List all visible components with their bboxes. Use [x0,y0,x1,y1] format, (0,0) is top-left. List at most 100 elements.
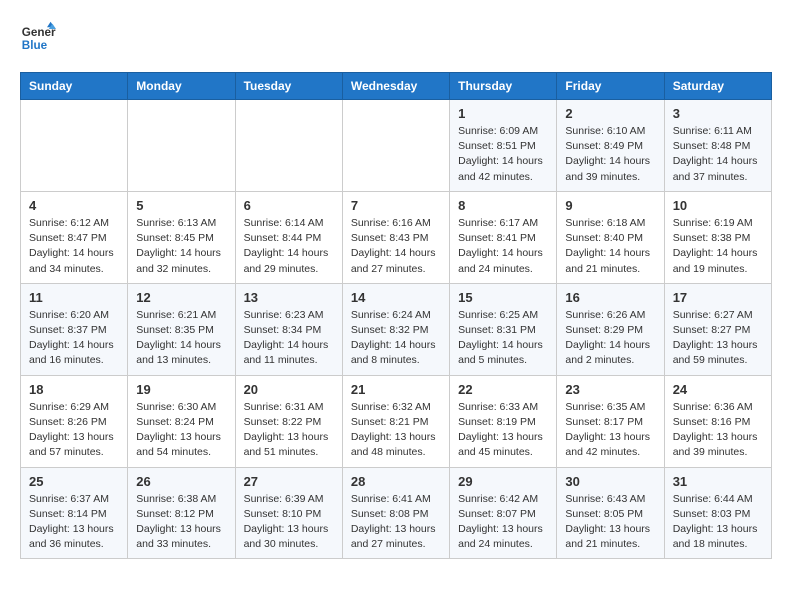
day-cell: 11 Sunrise: 6:20 AMSunset: 8:37 PMDayligh… [21,283,128,375]
day-cell: 7Sunrise: 6:16 AMSunset: 8:43 PMDaylight… [342,191,449,283]
day-number: 18 [29,382,119,397]
day-info: Sunrise: 6:18 AMSunset: 8:40 PMDaylight:… [565,216,655,277]
page-header: General Blue [20,20,772,56]
day-cell: 3 Sunrise: 6:11 AMSunset: 8:48 PMDaylight… [664,100,771,192]
day-info: Sunrise: 6:42 AMSunset: 8:07 PMDaylight:… [458,492,548,553]
day-info: Sunrise: 6:25 AMSunset: 8:31 PMDaylight:… [458,308,548,369]
day-cell: 1 Sunrise: 6:09 AMSunset: 8:51 PMDaylight… [450,100,557,192]
day-info: Sunrise: 6:36 AMSunset: 8:16 PMDaylight:… [673,400,763,461]
day-info: Sunrise: 6:37 AMSunset: 8:14 PMDaylight:… [29,492,119,553]
day-cell: 15 Sunrise: 6:25 AMSunset: 8:31 PMDayligh… [450,283,557,375]
day-number: 7 [351,198,441,213]
day-info: Sunrise: 6:19 AMSunset: 8:38 PMDaylight:… [673,216,763,277]
logo: General Blue [20,20,56,56]
day-info: Sunrise: 6:12 AMSunset: 8:47 PMDaylight:… [29,216,119,277]
day-info: Sunrise: 6:24 AMSunset: 8:32 PMDaylight:… [351,308,441,369]
day-cell: 28 Sunrise: 6:41 AMSunset: 8:08 PMDayligh… [342,467,449,559]
day-number: 8 [458,198,548,213]
day-cell: 22 Sunrise: 6:33 AMSunset: 8:19 PMDayligh… [450,375,557,467]
day-number: 9 [565,198,655,213]
day-cell: 13 Sunrise: 6:23 AMSunset: 8:34 PMDayligh… [235,283,342,375]
day-cell: 8 Sunrise: 6:17 AMSunset: 8:41 PMDaylight… [450,191,557,283]
day-info: Sunrise: 6:21 AMSunset: 8:35 PMDaylight:… [136,308,226,369]
day-number: 11 [29,290,119,305]
day-number: 12 [136,290,226,305]
day-number: 21 [351,382,441,397]
day-info: Sunrise: 6:10 AMSunset: 8:49 PMDaylight:… [565,124,655,185]
day-number: 15 [458,290,548,305]
calendar-table: SundayMondayTuesdayWednesdayThursdayFrid… [20,72,772,559]
day-number: 28 [351,474,441,489]
day-info: Sunrise: 6:27 AMSunset: 8:27 PMDaylight:… [673,308,763,369]
day-number: 19 [136,382,226,397]
day-cell: 16Sunrise: 6:26 AMSunset: 8:29 PMDayligh… [557,283,664,375]
day-number: 23 [565,382,655,397]
day-info: Sunrise: 6:11 AMSunset: 8:48 PMDaylight:… [673,124,763,185]
day-cell: 30Sunrise: 6:43 AMSunset: 8:05 PMDayligh… [557,467,664,559]
day-cell: 2 Sunrise: 6:10 AMSunset: 8:49 PMDaylight… [557,100,664,192]
day-info: Sunrise: 6:38 AMSunset: 8:12 PMDaylight:… [136,492,226,553]
week-row-5: 25 Sunrise: 6:37 AMSunset: 8:14 PMDayligh… [21,467,772,559]
day-info: Sunrise: 6:29 AMSunset: 8:26 PMDaylight:… [29,400,119,461]
day-info: Sunrise: 6:31 AMSunset: 8:22 PMDaylight:… [244,400,334,461]
day-cell: 17Sunrise: 6:27 AMSunset: 8:27 PMDayligh… [664,283,771,375]
day-number: 22 [458,382,548,397]
day-info: Sunrise: 6:14 AMSunset: 8:44 PMDaylight:… [244,216,334,277]
day-info: Sunrise: 6:41 AMSunset: 8:08 PMDaylight:… [351,492,441,553]
day-number: 13 [244,290,334,305]
day-number: 14 [351,290,441,305]
day-info: Sunrise: 6:32 AMSunset: 8:21 PMDaylight:… [351,400,441,461]
day-cell [342,100,449,192]
day-cell: 10 Sunrise: 6:19 AMSunset: 8:38 PMDayligh… [664,191,771,283]
day-number: 20 [244,382,334,397]
day-cell: 6 Sunrise: 6:14 AMSunset: 8:44 PMDaylight… [235,191,342,283]
day-number: 24 [673,382,763,397]
day-number: 5 [136,198,226,213]
day-number: 4 [29,198,119,213]
day-info: Sunrise: 6:23 AMSunset: 8:34 PMDaylight:… [244,308,334,369]
day-cell: 9 Sunrise: 6:18 AMSunset: 8:40 PMDaylight… [557,191,664,283]
day-number: 6 [244,198,334,213]
day-info: Sunrise: 6:17 AMSunset: 8:41 PMDaylight:… [458,216,548,277]
day-info: Sunrise: 6:43 AMSunset: 8:05 PMDaylight:… [565,492,655,553]
day-cell: 27Sunrise: 6:39 AMSunset: 8:10 PMDayligh… [235,467,342,559]
week-row-4: 18 Sunrise: 6:29 AMSunset: 8:26 PMDayligh… [21,375,772,467]
day-number: 31 [673,474,763,489]
day-info: Sunrise: 6:13 AMSunset: 8:45 PMDaylight:… [136,216,226,277]
day-cell [128,100,235,192]
day-info: Sunrise: 6:30 AMSunset: 8:24 PMDaylight:… [136,400,226,461]
day-cell: 5 Sunrise: 6:13 AMSunset: 8:45 PMDaylight… [128,191,235,283]
week-row-2: 4 Sunrise: 6:12 AMSunset: 8:47 PMDaylight… [21,191,772,283]
day-number: 16 [565,290,655,305]
day-number: 2 [565,106,655,121]
day-info: Sunrise: 6:44 AMSunset: 8:03 PMDaylight:… [673,492,763,553]
day-number: 10 [673,198,763,213]
day-cell: 4 Sunrise: 6:12 AMSunset: 8:47 PMDaylight… [21,191,128,283]
day-info: Sunrise: 6:20 AMSunset: 8:37 PMDaylight:… [29,308,119,369]
header-thursday: Thursday [450,73,557,100]
day-cell: 24 Sunrise: 6:36 AMSunset: 8:16 PMDayligh… [664,375,771,467]
logo-icon: General Blue [20,20,56,56]
day-number: 25 [29,474,119,489]
header-friday: Friday [557,73,664,100]
svg-text:Blue: Blue [22,39,48,52]
day-cell: 31 Sunrise: 6:44 AMSunset: 8:03 PMDayligh… [664,467,771,559]
header-wednesday: Wednesday [342,73,449,100]
day-number: 29 [458,474,548,489]
day-cell: 21 Sunrise: 6:32 AMSunset: 8:21 PMDayligh… [342,375,449,467]
day-number: 3 [673,106,763,121]
day-number: 26 [136,474,226,489]
day-number: 27 [244,474,334,489]
header-saturday: Saturday [664,73,771,100]
week-row-1: 1 Sunrise: 6:09 AMSunset: 8:51 PMDaylight… [21,100,772,192]
day-cell [235,100,342,192]
day-cell: 29 Sunrise: 6:42 AMSunset: 8:07 PMDayligh… [450,467,557,559]
day-cell [21,100,128,192]
day-number: 1 [458,106,548,121]
calendar-header-row: SundayMondayTuesdayWednesdayThursdayFrid… [21,73,772,100]
day-cell: 12 Sunrise: 6:21 AMSunset: 8:35 PMDayligh… [128,283,235,375]
day-info: Sunrise: 6:33 AMSunset: 8:19 PMDaylight:… [458,400,548,461]
day-info: Sunrise: 6:09 AMSunset: 8:51 PMDaylight:… [458,124,548,185]
header-monday: Monday [128,73,235,100]
day-cell: 20 Sunrise: 6:31 AMSunset: 8:22 PMDayligh… [235,375,342,467]
